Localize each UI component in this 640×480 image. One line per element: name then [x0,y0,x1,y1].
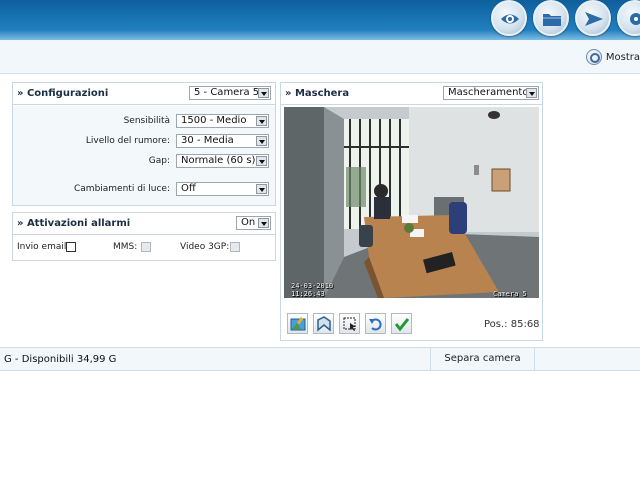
divider [534,348,535,371]
eye-icon [501,14,519,24]
video-label: Video 3GP: [180,242,230,252]
sub-header: Mostra [0,40,640,74]
folder-button[interactable] [533,0,569,36]
mms-label: MMS: [113,242,138,252]
camera-view[interactable]: 24-03-2010 11:26:43 Camera 5 [284,107,539,298]
noise-value: 30 - Media [181,135,234,146]
sensitivity-label: Sensibilità [123,116,170,126]
chevron-down-icon [526,88,537,98]
chevron-down-icon [256,156,267,166]
send-button[interactable] [575,0,611,36]
email-label: Invio email: [17,242,70,252]
image-edit-icon [290,316,306,331]
gap-select[interactable]: Normale (60 s) [176,154,269,168]
sensitivity-value: 1500 - Medio [181,115,247,126]
image-edit-button[interactable] [287,313,308,334]
light-select[interactable]: Off [176,182,269,196]
polygon-icon [317,316,331,332]
mask-mode-value: Mascheramento [448,87,529,98]
folder-icon [543,14,561,26]
chevron-down-icon [258,218,269,228]
chevron-down-icon [256,136,267,146]
video-checkbox[interactable] [230,242,240,252]
camera-select[interactable]: 5 - Camera 5 [189,86,271,100]
undo-icon [369,318,382,331]
magnifier-icon [585,49,602,65]
chevron-down-icon [258,88,269,98]
alarms-state-select[interactable]: On [236,216,271,230]
mms-checkbox[interactable] [141,242,151,252]
light-label: Cambiamenti di luce: [74,184,170,194]
email-checkbox[interactable] [66,242,76,252]
top-banner [0,0,640,40]
settings-icon [630,13,640,25]
alarms-state-value: On [241,217,256,228]
gap-label: Gap: [148,156,170,166]
disk-space: G - Disponibili 34,99 G [4,354,117,365]
show-label: Mostra [605,51,640,63]
position-readout: Pos.: 85:68 [484,319,540,330]
gap-value: Normale (60 s) [181,155,256,166]
office-scene-image [284,107,539,298]
send-icon [585,12,603,26]
separate-camera-button[interactable]: Separa camera [431,348,534,371]
camera-name: Camera 5 [493,290,527,298]
confirm-check-icon [394,318,410,332]
select-area-icon [343,317,356,331]
light-value: Off [181,183,196,194]
select-area-button[interactable] [339,313,360,334]
polygon-button[interactable] [313,313,334,334]
show-button[interactable]: Mostra [585,48,640,66]
noise-select[interactable]: 30 - Media [176,134,269,148]
noise-label: Livello del rumore: [85,136,170,146]
chevron-down-icon [256,184,267,194]
chevron-down-icon [256,116,267,126]
camera-date: 24-03-2010 [291,282,334,290]
camera-time: 11:26:43 [291,290,325,298]
sensitivity-select[interactable]: 1500 - Medio [176,114,269,128]
eye-button[interactable] [491,0,527,36]
camera-select-value: 5 - Camera 5 [194,87,260,98]
bottom-bar: G - Disponibili 34,99 G Separa camera [0,347,640,371]
undo-button[interactable] [365,313,386,334]
mask-mode-select[interactable]: Mascheramento [443,86,539,100]
confirm-button[interactable] [391,313,412,334]
